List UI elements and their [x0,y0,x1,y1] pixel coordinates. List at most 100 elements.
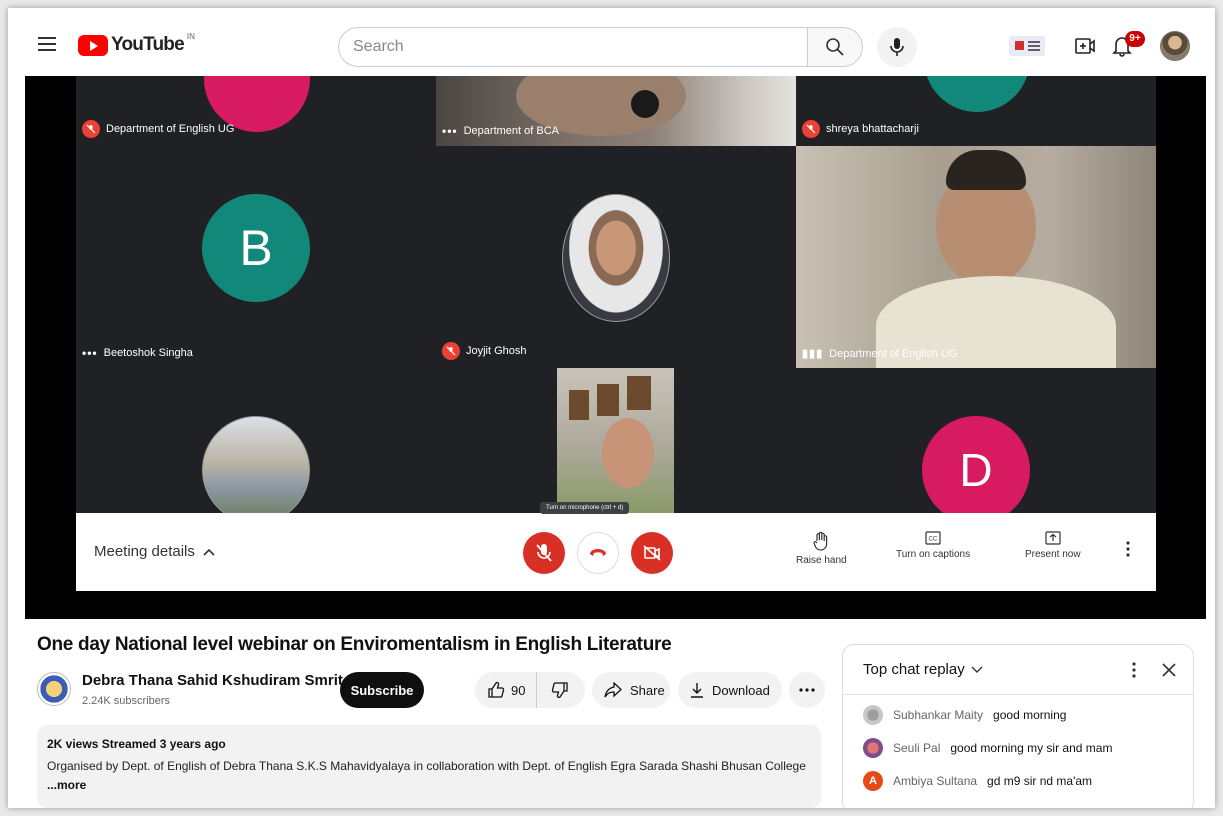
channel-name[interactable]: Debra Thana Sahid Kshudiram Smrit... [82,672,355,689]
muted-mic-icon [82,120,100,138]
participant-name: Beetoshok Singha [103,347,193,359]
miniplayer-icon [1009,36,1045,56]
chat-mode-selector[interactable]: Top chat replay [863,661,965,678]
thumbs-up-icon [488,681,505,698]
microphone-toggle-button[interactable] [523,532,565,574]
participant-tile: Joyjit Ghosh [436,146,796,368]
participant-tile: Department of English UG [76,76,436,146]
show-more-link[interactable]: ...more [47,778,86,792]
more-actions-button[interactable] [789,672,825,708]
browser-frame: YouTube IN Search 9+ Department of Engli… [8,8,1215,808]
microphone-off-icon [536,544,552,562]
raise-hand-button[interactable]: Raise hand [796,531,847,566]
meeting-details-button[interactable]: Meeting details [94,543,215,560]
subscribe-button[interactable]: Subscribe [340,672,424,708]
chat-text: good morning my sir and mam [950,740,1113,755]
more-vert-icon [1126,541,1130,557]
subscriber-count: 2.24K subscribers [82,695,171,707]
speaking-dots-icon: ••• [442,124,458,138]
participant-avatar [924,76,1030,112]
participant-video-hair [946,150,1026,190]
camera-off-icon [643,545,661,561]
share-button[interactable]: Share [592,672,670,708]
chat-message: A Ambiya Sultana gd m9 sir nd ma'am [843,764,1193,797]
participant-video-face [602,418,654,488]
chevron-down-icon[interactable] [971,666,983,674]
chat-messages: Subhankar Maity good morning Seuli Pal g… [843,695,1193,797]
create-button[interactable] [1074,34,1096,58]
participant-label: shreya bhattacharji [802,120,919,138]
channel-avatar[interactable] [37,672,71,706]
chat-author: Subhankar Maity [893,707,984,722]
chat-message: Seuli Pal good morning my sir and mam [843,731,1193,764]
present-icon [1045,531,1061,545]
participant-label: Department of English UG [82,120,234,138]
present-now-button[interactable]: Present now [1025,531,1081,560]
muted-mic-icon [442,342,460,360]
wall-portrait [597,384,619,416]
download-button[interactable]: Download [678,672,782,708]
meet-grid: Department of English UG ••• Department … [76,76,1156,513]
hamburger-menu-icon[interactable] [38,37,56,51]
chat-text: gd m9 sir nd ma'am [987,773,1093,788]
youtube-logo[interactable]: YouTube IN [78,31,195,56]
meeting-details-label: Meeting details [94,543,195,560]
close-icon[interactable] [1161,662,1177,678]
description-box[interactable]: 2K views Streamed 3 years ago Organised … [37,725,821,808]
chat-author: Seuli Pal [893,740,941,755]
participant-tile: B ••• Beetoshok Singha [76,146,436,368]
participant-tile: shreya bhattacharji [796,76,1156,146]
participant-tile [436,368,796,513]
youtube-play-icon [78,34,108,56]
participant-name: Joyjit Ghosh [466,345,527,357]
like-button[interactable]: 90 [475,672,537,708]
more-options-button[interactable] [1126,541,1130,562]
avatar-initial: B [239,220,273,276]
like-count: 90 [511,682,526,698]
chat-text: good morning [993,707,1067,722]
participant-label: ▮▮▮ Department of English UG [802,347,958,361]
voice-search-button[interactable] [877,27,917,67]
speaking-bars-icon: ▮▮▮ [802,348,824,360]
captions-icon: CC [925,531,941,545]
participant-tile: ▮▮▮ Department of English UG [796,146,1156,368]
participant-name: shreya bhattacharji [826,123,919,135]
mini-player-button[interactable] [1006,34,1048,58]
description-text: Organised by Dept. of English of Debra T… [47,757,811,795]
chat-avatar [863,704,883,725]
svg-text:CC: CC [929,537,938,543]
more-vert-icon[interactable] [1132,661,1136,678]
account-avatar[interactable] [1160,31,1190,61]
chat-avatar: A [863,770,883,791]
leave-call-button[interactable] [577,532,619,574]
download-icon [691,683,703,698]
participant-name: Department of English UG [829,347,958,360]
share-icon [604,682,622,698]
participant-name: Department of English UG [106,123,235,135]
video-title: One day National level webinar on Enviro… [37,634,672,655]
avatar-initial: D [959,444,993,496]
logo-text: YouTube [111,34,185,55]
participant-video [557,368,674,513]
chat-avatar-initial: A [869,774,877,787]
search-placeholder: Search [353,38,404,55]
search-button[interactable] [807,27,863,67]
participant-tile: ••• Department of BCA [436,76,796,146]
thumbs-down-icon [551,682,568,699]
chat-header: Top chat replay [843,645,1193,695]
camera-toggle-button[interactable] [631,532,673,574]
chevron-up-icon [203,548,215,556]
captions-button[interactable]: CC Turn on captions [896,531,970,560]
chat-message: Subhankar Maity good morning [843,698,1193,731]
dislike-button[interactable] [537,672,583,708]
microphone-icon [890,38,904,56]
chat-avatar [863,737,883,758]
meet-control-bar: Meeting details Turn on microphone (ctrl… [76,502,1156,591]
search-input[interactable]: Search [338,27,807,67]
participant-label: Joyjit Ghosh [442,342,527,360]
description-body: Organised by Dept. of English of Debra T… [47,759,806,773]
logo-region: IN [186,31,195,41]
participant-label: ••• Department of BCA [442,124,559,138]
video-player[interactable]: Department of English UG ••• Department … [25,76,1206,619]
participant-name: Department of BCA [463,125,559,137]
